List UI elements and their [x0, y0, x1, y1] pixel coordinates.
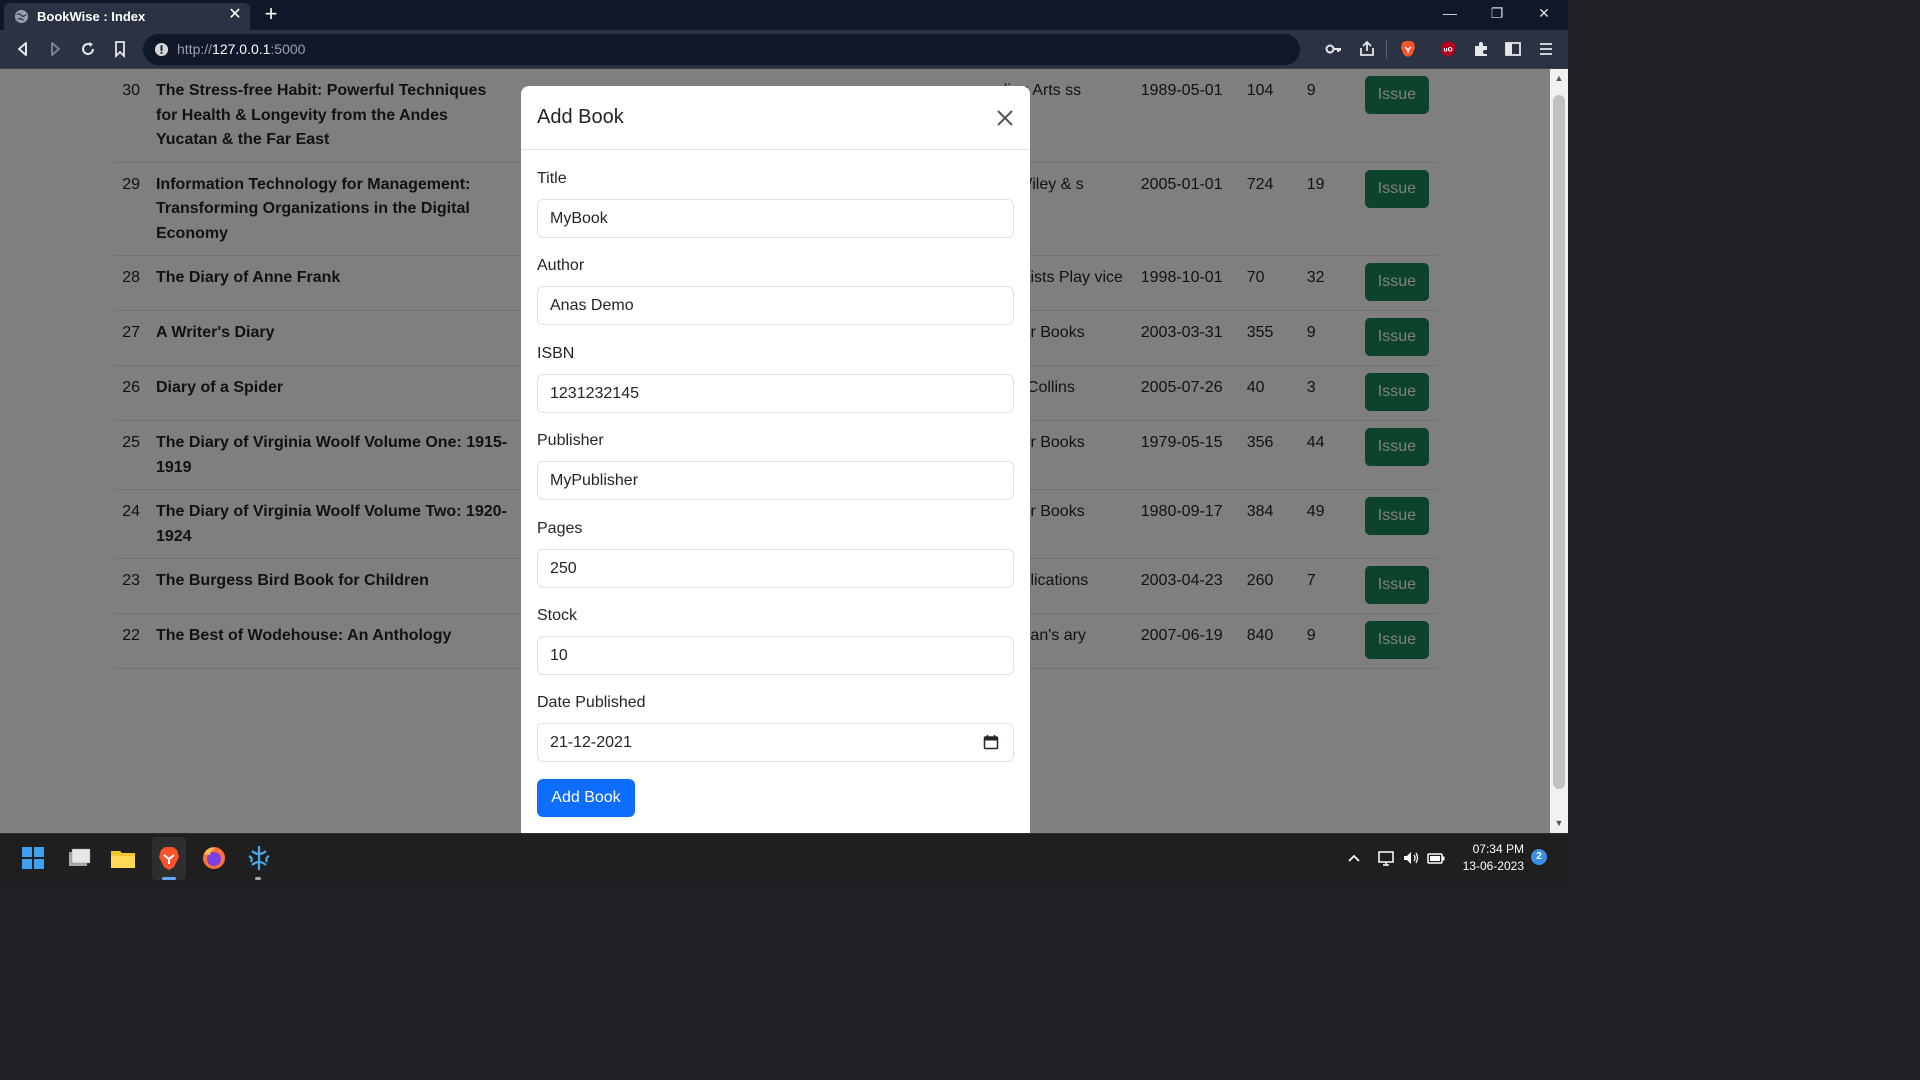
active-indicator	[162, 877, 176, 880]
menu-icon[interactable]	[1536, 39, 1556, 59]
forward-icon[interactable]	[45, 39, 65, 59]
extensions-icon[interactable]	[1471, 39, 1491, 59]
address-bar[interactable]: http://127.0.0.1:5000	[143, 34, 1300, 65]
windows-start-icon[interactable]	[17, 842, 49, 874]
running-indicator	[255, 877, 261, 880]
clock-date: 13-06-2023	[1462, 859, 1524, 873]
firefox-icon[interactable]	[198, 842, 230, 874]
browser-tabbar: BookWise : Index ✕ + — ❐ ✕	[0, 0, 1568, 30]
modal-title: Add Book	[537, 106, 624, 128]
close-window-icon[interactable]: ✕	[1534, 5, 1554, 22]
scroll-up-icon[interactable]: ▲	[1554, 73, 1564, 83]
network-icon[interactable]	[1376, 848, 1396, 868]
task-view-icon[interactable]	[63, 842, 95, 874]
modal-header: Add Book	[521, 86, 1030, 150]
info-icon[interactable]	[154, 42, 169, 57]
scrollbar-thumb[interactable]	[1553, 95, 1565, 789]
page-content: 30The Stress-free Habit: Powerful Techni…	[0, 69, 1550, 833]
isbn-input[interactable]: 1231232145	[537, 374, 1014, 413]
close-tab-icon[interactable]: ✕	[226, 6, 244, 24]
stock-label: Stock	[537, 607, 578, 624]
page-scrollbar[interactable]: ▲ ▼	[1550, 69, 1568, 833]
vscodium-icon[interactable]	[243, 842, 275, 874]
toolbar-divider	[1386, 40, 1387, 59]
publisher-label: Publisher	[537, 432, 604, 449]
sidebar-icon[interactable]	[1503, 39, 1523, 59]
clock-time: 07:34 PM	[1472, 842, 1524, 856]
volume-icon[interactable]	[1401, 848, 1421, 868]
tab-title: BookWise : Index	[37, 9, 146, 24]
add-book-button[interactable]: Add Book	[537, 779, 635, 817]
pages-label: Pages	[537, 520, 583, 537]
svg-text:uO: uO	[1443, 47, 1452, 54]
windows-taskbar: 07:34 PM 13-06-2023 2	[0, 833, 1568, 882]
back-icon[interactable]	[13, 39, 33, 59]
globe-icon	[14, 9, 29, 24]
minimize-icon[interactable]: —	[1440, 5, 1460, 21]
publisher-input[interactable]: MyPublisher	[537, 461, 1014, 500]
bookmark-icon[interactable]	[110, 39, 130, 59]
browser-toolbar: http://127.0.0.1:5000 uO	[0, 30, 1568, 69]
brave-browser-icon[interactable]	[153, 842, 185, 874]
date-published-label: Date Published	[537, 694, 646, 711]
date-published-input[interactable]: 21-12-2021	[537, 723, 1014, 762]
restore-icon[interactable]: ❐	[1487, 5, 1507, 22]
author-label: Author	[537, 257, 585, 274]
file-explorer-icon[interactable]	[107, 842, 139, 874]
battery-icon[interactable]	[1426, 848, 1446, 868]
title-input[interactable]: MyBook	[537, 199, 1014, 238]
calendar-icon[interactable]	[983, 734, 999, 750]
share-icon[interactable]	[1357, 39, 1377, 59]
reload-icon[interactable]	[78, 39, 98, 59]
key-icon[interactable]	[1324, 39, 1344, 59]
brave-shields-icon[interactable]	[1398, 39, 1418, 59]
notification-badge[interactable]: 2	[1531, 849, 1547, 865]
chevron-up-icon[interactable]	[1344, 848, 1364, 868]
pages-input[interactable]: 250	[537, 549, 1014, 588]
author-input[interactable]: Anas Demo	[537, 286, 1014, 325]
title-label: Title	[537, 170, 567, 187]
ublock-icon[interactable]: uO	[1438, 39, 1458, 59]
browser-tab[interactable]: BookWise : Index ✕	[4, 3, 250, 30]
new-tab-button[interactable]: +	[260, 3, 282, 25]
scroll-down-icon[interactable]: ▼	[1554, 818, 1564, 828]
stock-input[interactable]: 10	[537, 636, 1014, 675]
close-icon[interactable]	[993, 106, 1017, 130]
system-clock[interactable]: 07:34 PM 13-06-2023	[1458, 841, 1524, 875]
url-text: http://127.0.0.1:5000	[177, 41, 306, 57]
isbn-label: ISBN	[537, 345, 575, 362]
add-book-modal: Add Book Title MyBook Author Anas Demo I…	[521, 86, 1030, 833]
